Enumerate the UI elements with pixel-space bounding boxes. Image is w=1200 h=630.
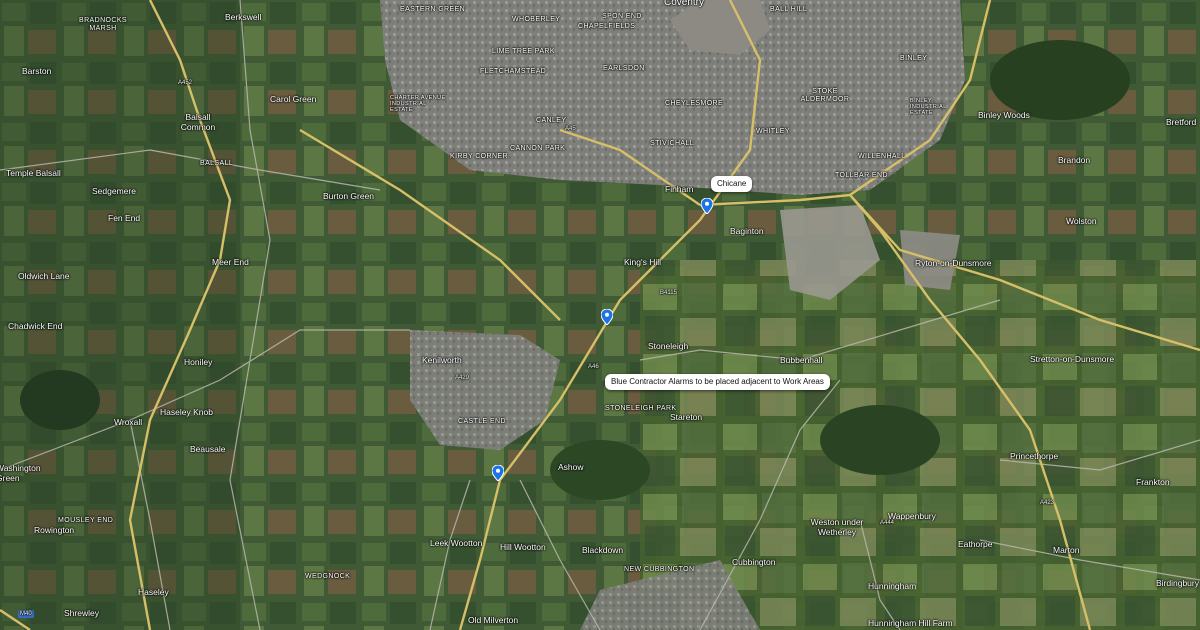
place-label: Bubbenhall (780, 355, 823, 365)
place-label: Frankton (1136, 477, 1170, 487)
place-label: Washington Green (0, 463, 41, 484)
place-label: Old Milverton (468, 615, 519, 625)
place-label: Meer End (212, 257, 249, 267)
place-label: BRADNOCKS MARSH (79, 17, 127, 33)
place-label: Sedgemere (92, 186, 136, 196)
satellite-map[interactable]: Coventry SPON END EASTERN GREEN WHOBERLE… (0, 0, 1200, 630)
place-label: Stareton (670, 412, 703, 422)
place-label: CANLEY (536, 117, 567, 124)
place-label: EASTERN GREEN (400, 6, 466, 13)
place-label: EARLSDON (603, 65, 645, 72)
place-label: Beausale (190, 444, 226, 454)
place-label: Burton Green (323, 191, 375, 201)
place-label: TOLLBAR END (835, 172, 888, 179)
place-label: Barston (22, 66, 52, 76)
place-label: Rowington (34, 525, 75, 535)
marker-icon[interactable] (492, 465, 504, 481)
place-label: Weston under Wetherley (810, 517, 864, 538)
road-label: M40 (18, 610, 34, 618)
place-label: BINLEY INDUSTRIAL ESTATE (910, 98, 947, 117)
place-label: Blackdown (582, 545, 624, 555)
place-label: Temple Balsall (6, 168, 61, 178)
place-label: Hill Wootton (500, 542, 546, 552)
place-label: STOKE ALDERMOOR (800, 88, 850, 104)
place-label: Shrewley (64, 608, 99, 618)
place-label: Marton (1053, 545, 1080, 555)
road-label: A46 (588, 364, 599, 370)
place-label: Wolston (1066, 216, 1097, 226)
place-label: WHITLEY (756, 128, 790, 135)
place-label: Fen End (108, 213, 141, 223)
place-label: Ryton-on-Dunsmore (915, 258, 992, 268)
road-label: A452 (178, 80, 193, 86)
road-label: B4115 (660, 290, 677, 296)
place-label: Wappenbury (888, 511, 936, 521)
place-label: CHAPELFIELDS (578, 23, 636, 30)
place-label: KIRBY CORNER (450, 153, 508, 160)
place-label: Coventry (664, 0, 705, 8)
road-label: A444 (880, 520, 895, 526)
place-label: Finham (665, 184, 694, 194)
place-label: Haseley (138, 587, 169, 597)
place-label: WILLENHALL (858, 153, 906, 160)
place-label: Wroxall (114, 417, 143, 427)
place-label: Leek Wootton (430, 538, 483, 548)
place-label: Haseley Knob (160, 407, 213, 417)
place-label: MOUSLEY END (58, 517, 114, 524)
place-label: King's Hill (624, 257, 662, 267)
place-label: Eathorpe (958, 539, 993, 549)
place-label: Berkswell (225, 12, 262, 22)
place-label: Ashow (558, 462, 584, 472)
place-label: Hunningham (868, 581, 917, 591)
map-imagery (0, 0, 1200, 630)
marker-icon[interactable] (601, 309, 613, 325)
place-label: LIME TREE PARK (492, 48, 555, 55)
place-label: NEW CUBBINGTON (624, 566, 695, 573)
road-label: A45 (565, 126, 576, 132)
place-label: Chadwick End (8, 321, 63, 331)
place-label: Hunningham Hill Farm (868, 618, 953, 628)
place-label: SPON END (602, 13, 642, 20)
place-label: Birdingbury (1156, 578, 1199, 588)
place-label: Kenilworth (422, 355, 462, 365)
chicane-callout[interactable]: Chicane (711, 176, 753, 192)
place-label: Cubbington (732, 557, 776, 567)
place-label: Bretford (1166, 117, 1197, 127)
place-label: STIVICHALL (650, 140, 695, 147)
place-label: BALSALL (200, 160, 234, 167)
alarms-callout[interactable]: Blue Contractor Alarms to be placed adja… (605, 374, 830, 390)
place-label: WEDGNOCK (305, 573, 351, 580)
place-label: CANNON PARK (510, 145, 566, 152)
marker-icon[interactable] (701, 198, 713, 214)
road-label: A423 (1040, 500, 1055, 506)
place-label: STONELEIGH PARK (605, 405, 677, 412)
road-label: A429 (455, 375, 470, 381)
place-label: Oldwich Lane (18, 271, 70, 281)
place-label: Balsall Common (180, 112, 216, 133)
place-label: CASTLE END (458, 418, 506, 425)
place-label: Carol Green (270, 94, 317, 104)
place-label: Brandon (1058, 155, 1091, 165)
place-label: Stoneleigh (648, 341, 689, 351)
place-label: FLETCHAMSTEAD (480, 68, 547, 75)
place-label: Princethorpe (1010, 451, 1059, 461)
place-label: BINLEY (900, 55, 928, 62)
place-label: Baginton (730, 226, 764, 236)
place-label: WHOBERLEY (512, 16, 561, 23)
place-label: Honiley (184, 357, 213, 367)
place-label: Stretton-on-Dunsmore (1030, 354, 1115, 364)
place-label: CHEYLESMORE (665, 100, 724, 107)
place-label: CHARTER AVENUE INDUSTRIAL ESTATE (390, 95, 446, 114)
place-label: BALL HILL (770, 6, 808, 13)
place-label: Binley Woods (978, 110, 1030, 120)
